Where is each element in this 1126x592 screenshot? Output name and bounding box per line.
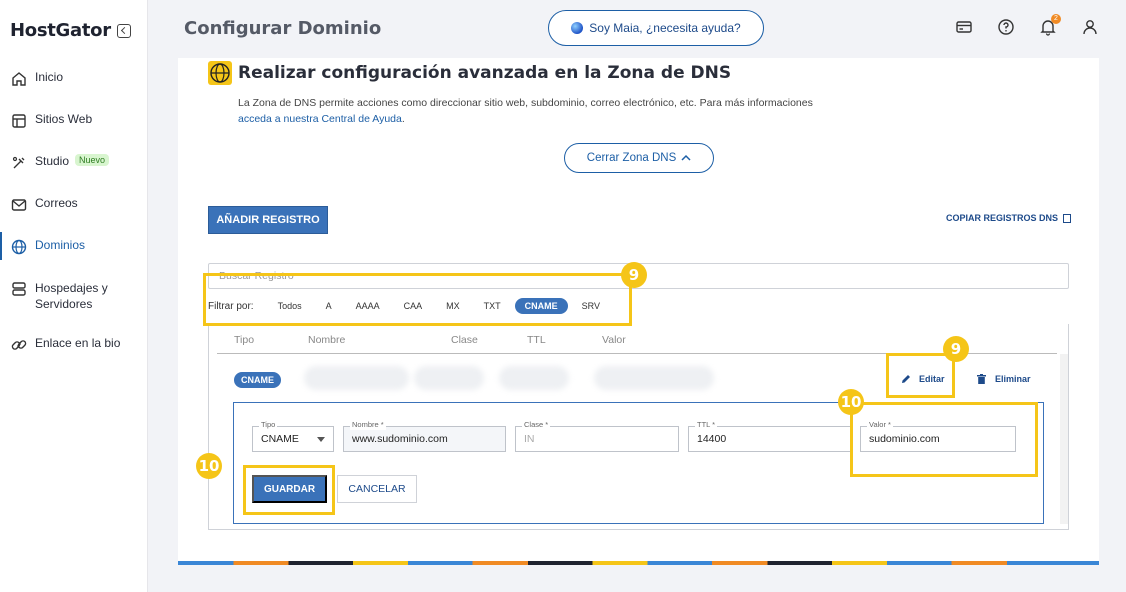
tipo-select[interactable]: Tipo CNAME xyxy=(252,420,334,452)
copy-dns-records-label: COPIAR REGISTROS DNS xyxy=(945,213,1058,223)
mail-icon xyxy=(11,199,27,211)
redacted-ttl xyxy=(499,366,569,390)
section-description: La Zona de DNS permite acciones como dir… xyxy=(238,95,938,127)
tipo-value: CNAME xyxy=(261,433,299,445)
sidebar-item-label: Correos xyxy=(35,196,78,210)
chevron-down-icon xyxy=(317,437,325,442)
billing-card-icon[interactable] xyxy=(955,18,973,36)
server-icon xyxy=(12,282,26,296)
step-badge-edit: 9 xyxy=(943,336,969,362)
sidebar-item-label: Hospedajes y Servidores xyxy=(35,281,108,311)
description-period: . xyxy=(401,113,405,125)
column-header-tipo: Tipo xyxy=(234,334,255,346)
brand: HostGator xyxy=(10,20,131,41)
link-icon xyxy=(11,340,27,350)
step-badge-search: 9 xyxy=(621,262,647,288)
redacted-name xyxy=(304,366,409,390)
sidebar-item-inicio[interactable]: Inicio xyxy=(0,70,148,88)
nombre-field[interactable]: Nombre * www.sudominio.com xyxy=(343,420,506,452)
delete-record-button[interactable]: Eliminar xyxy=(977,374,1031,384)
highlight-valor xyxy=(850,402,1038,477)
studio-icon xyxy=(12,156,25,169)
clase-value: IN xyxy=(524,433,535,445)
sidebar-item-hospedajes[interactable]: Hospedajes y Servidores xyxy=(0,280,148,312)
add-record-button[interactable]: AÑADIR REGISTRO xyxy=(208,206,328,234)
tipo-label: Tipo xyxy=(259,420,278,430)
highlight-search-filter xyxy=(203,273,632,326)
clase-label: Clase * xyxy=(522,420,551,430)
user-icon[interactable] xyxy=(1081,18,1099,36)
sidebar-item-label: Sitios Web xyxy=(35,112,93,126)
globe-section-icon xyxy=(208,61,232,85)
nombre-label: Nombre * xyxy=(350,420,386,430)
notifications-button[interactable]: 2 xyxy=(1039,14,1061,36)
page-title: Configurar Dominio xyxy=(184,18,382,39)
copy-icon xyxy=(1063,213,1071,223)
trash-icon xyxy=(977,374,986,384)
step-badge-valor: 10 xyxy=(838,389,864,415)
sidebar-item-studio[interactable]: Studio Nuevo xyxy=(0,154,148,172)
redacted-value xyxy=(594,366,714,390)
chevron-up-icon xyxy=(681,154,691,161)
table-scrollbar[interactable] xyxy=(1060,354,1068,524)
table-header: Tipo Nombre Clase TTL Valor xyxy=(209,324,1070,354)
brand-stripe xyxy=(178,561,1099,565)
cancel-button[interactable]: CANCELAR xyxy=(337,475,417,503)
redacted-class xyxy=(414,366,484,390)
nombre-value: www.sudominio.com xyxy=(352,433,448,445)
collapse-sidebar-icon[interactable] xyxy=(116,23,131,38)
clase-field: Clase * IN xyxy=(515,420,679,452)
topbar: Configurar Dominio Soy Maia, ¿necesita a… xyxy=(148,0,1126,56)
ttl-value: 14400 xyxy=(697,433,727,445)
close-dns-zone-button[interactable]: Cerrar Zona DNS xyxy=(564,143,714,173)
ttl-label: TTL * xyxy=(695,420,718,430)
column-header-nombre: Nombre xyxy=(308,334,346,346)
section-header: Realizar configuración avanzada en la Zo… xyxy=(208,61,731,85)
sidebar-item-label: Studio xyxy=(35,154,70,168)
copy-dns-records-link[interactable]: COPIAR REGISTROS DNS xyxy=(946,213,1071,223)
maia-help-label: Soy Maia, ¿necesita ayuda? xyxy=(589,21,741,35)
column-header-clase: Clase xyxy=(451,334,478,346)
ttl-field[interactable]: TTL * 14400 xyxy=(688,420,852,452)
highlight-edit xyxy=(886,353,955,398)
help-center-link[interactable]: acceda a nuestra Central de Ayuda xyxy=(238,113,402,125)
delete-record-label: Eliminar xyxy=(995,374,1031,384)
sidebar-item-label: Inicio xyxy=(35,70,64,84)
new-badge: Nuevo xyxy=(75,154,110,166)
help-icon[interactable] xyxy=(997,18,1015,36)
sidebar-item-sitios-web[interactable]: Sitios Web xyxy=(0,112,148,130)
globe-icon xyxy=(11,239,27,255)
sidebar-item-dominios[interactable]: Dominios xyxy=(0,232,148,260)
column-header-valor: Valor xyxy=(602,334,626,346)
sidebar: HostGator Inicio Sitios Web Studio Nuevo… xyxy=(0,0,148,592)
close-dns-zone-label: Cerrar Zona DNS xyxy=(586,152,677,164)
sidebar-item-label: Enlace en la bio xyxy=(35,336,121,350)
highlight-save xyxy=(243,465,335,515)
maia-avatar-icon xyxy=(571,22,584,34)
maia-help-button[interactable]: Soy Maia, ¿necesita ayuda? xyxy=(548,10,764,46)
home-icon xyxy=(12,72,26,86)
description-text: La Zona de DNS permite acciones como dir… xyxy=(238,97,813,109)
website-icon xyxy=(12,114,26,128)
step-badge-save: 10 xyxy=(196,453,222,479)
sidebar-item-label: Dominios xyxy=(35,238,86,252)
notification-count-badge: 2 xyxy=(1051,14,1061,24)
brand-logo[interactable]: HostGator xyxy=(10,20,111,41)
sidebar-item-enlace-bio[interactable]: Enlace en la bio xyxy=(0,336,148,354)
column-header-ttl: TTL xyxy=(527,334,546,346)
sidebar-item-correos[interactable]: Correos xyxy=(0,196,148,214)
record-type-badge: CNAME xyxy=(234,372,281,388)
section-title: Realizar configuración avanzada en la Zo… xyxy=(238,63,732,83)
sidebar-nav: Inicio Sitios Web Studio Nuevo Correos D… xyxy=(0,70,148,354)
